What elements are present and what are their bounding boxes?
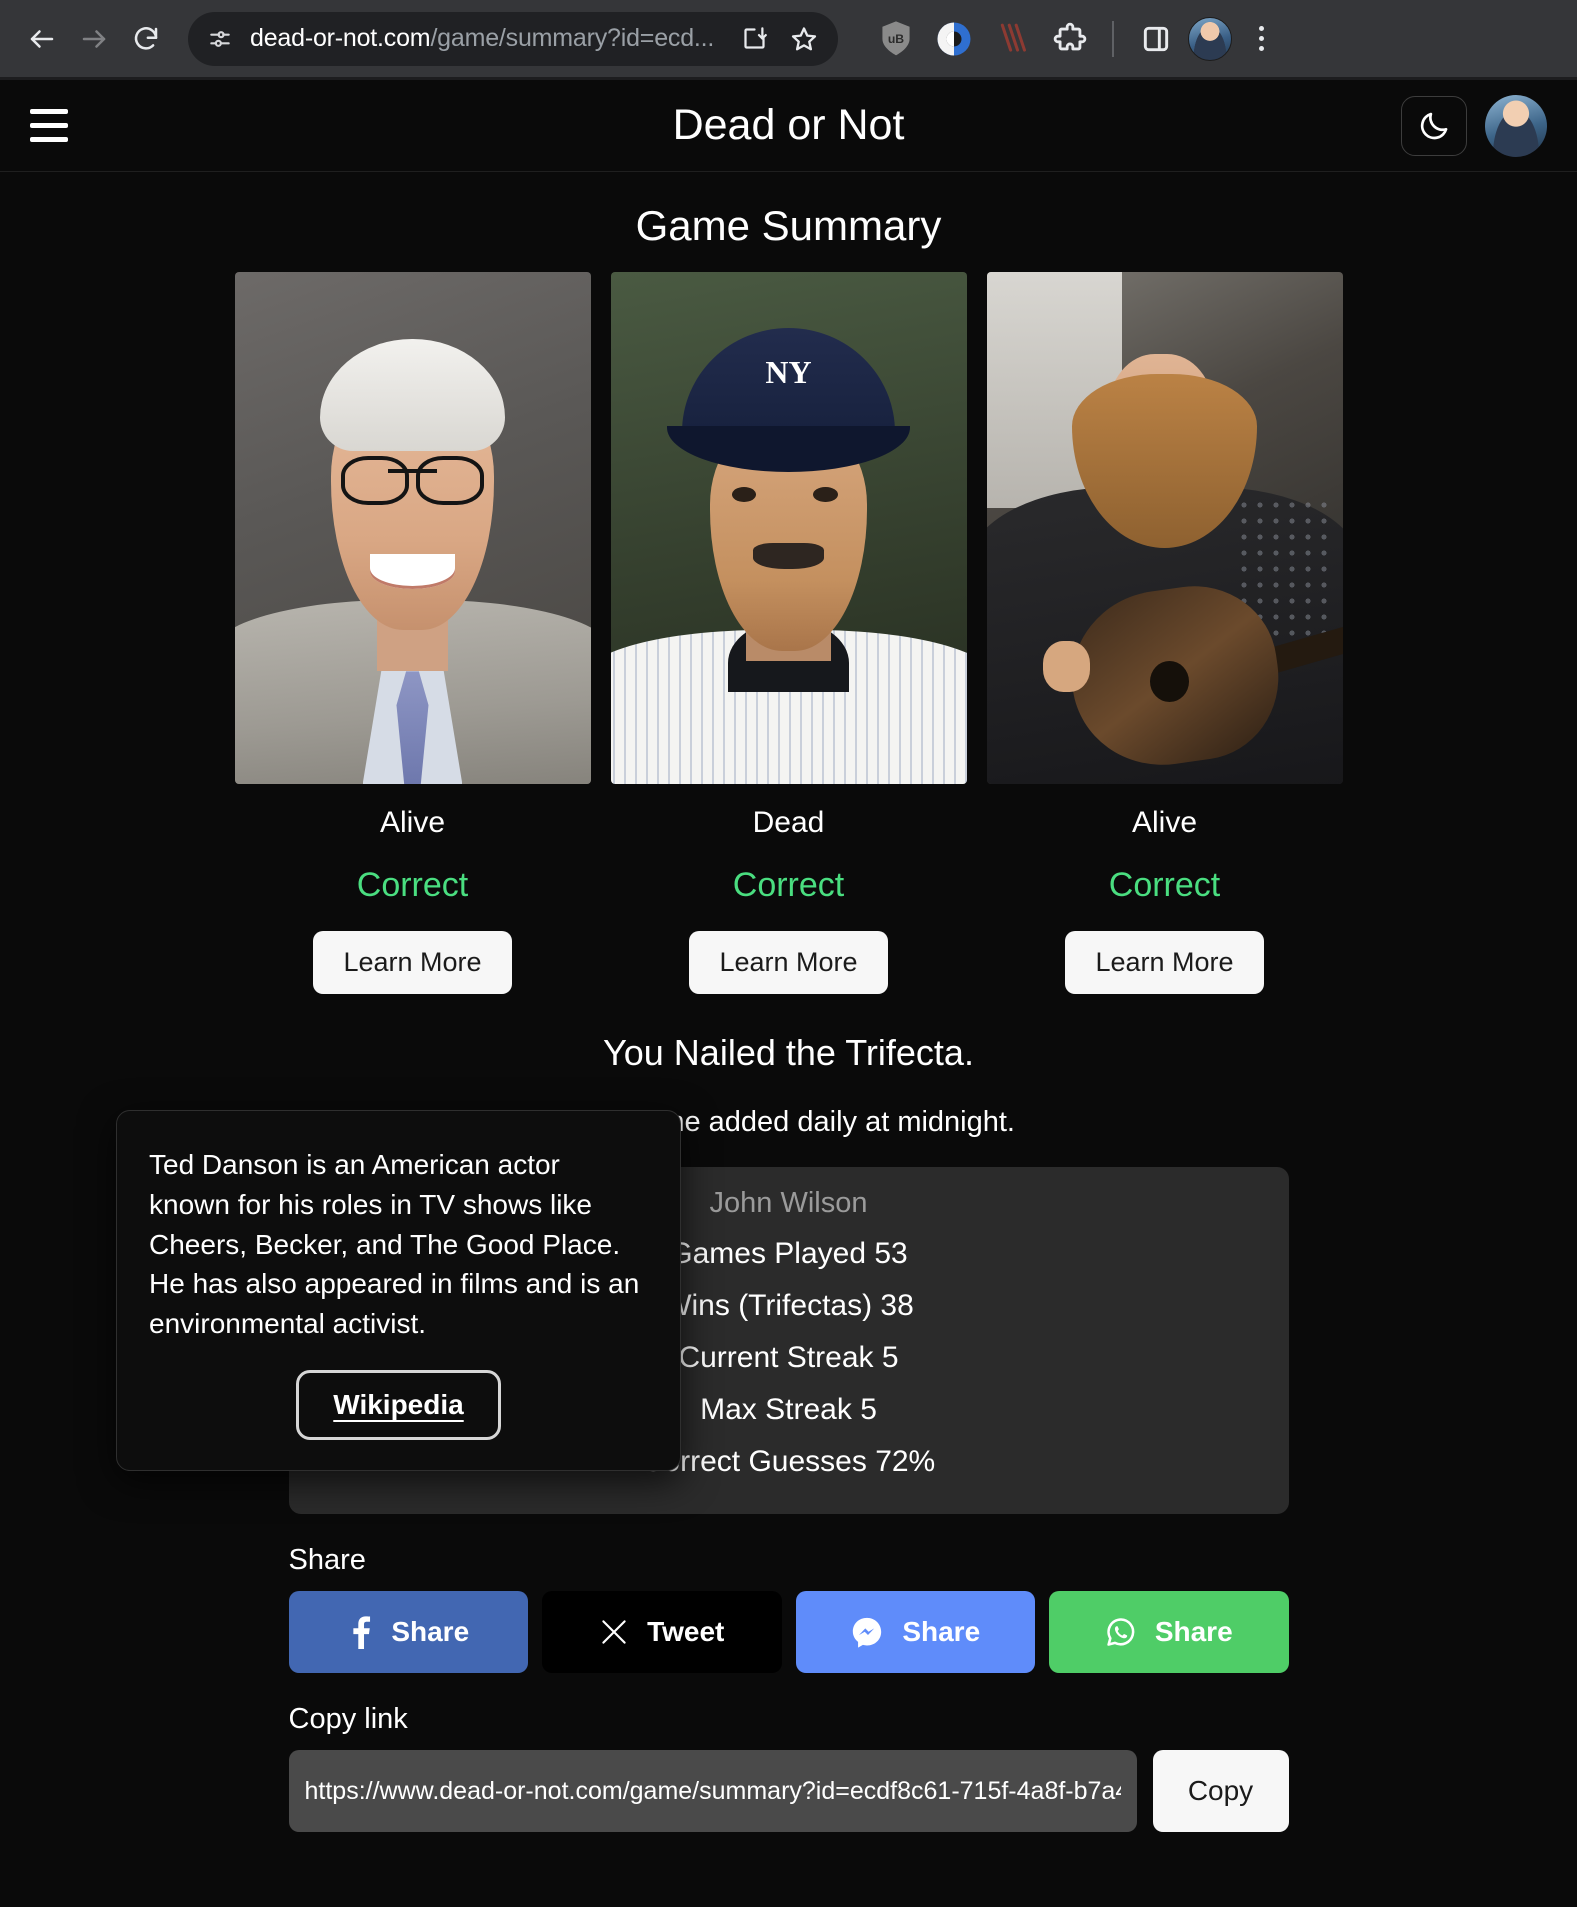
hamburger-menu-icon[interactable] (30, 104, 82, 148)
url-host: dead-or-not.com (250, 24, 431, 52)
stat-label: Current Streak (678, 1341, 874, 1374)
popover-actions: Wikipedia (149, 1369, 648, 1440)
melissa-etheridge-photo (986, 272, 1343, 784)
popover-description: Ted Danson is an American actor known fo… (149, 1149, 640, 1339)
result-cards: Alive Correct Learn More NY Dead Correct… (0, 272, 1577, 994)
card-verdict: Correct (356, 866, 469, 904)
stat-value: 53 (874, 1237, 908, 1270)
card-verdict: Correct (1108, 866, 1221, 904)
share-label: Share (288, 1544, 366, 1576)
card-status: Dead (752, 806, 825, 839)
learn-more-button[interactable]: Learn More (1065, 931, 1264, 994)
share-section: Share Share Tweet Share Share (288, 1544, 1289, 1673)
share-button-label: Share (391, 1616, 470, 1647)
ted-danson-photo (234, 272, 591, 784)
star-bookmark-icon[interactable] (784, 19, 824, 59)
url-path: /game/summary?id=ecd... (430, 24, 715, 52)
card-status: Alive (379, 806, 446, 839)
profile-avatar[interactable] (1188, 16, 1232, 61)
learn-more-button[interactable]: Learn More (689, 931, 888, 994)
share-button-label: Share (1154, 1616, 1233, 1647)
app-title: Dead or Not (672, 101, 905, 149)
share-button-label: Tweet (647, 1616, 725, 1647)
messenger-icon (850, 1615, 884, 1649)
stat-label: Max Streak (700, 1393, 852, 1426)
stat-label: Wins (Trifectas) (663, 1289, 873, 1322)
forward-button[interactable] (70, 15, 118, 63)
learn-more-button[interactable]: Learn More (313, 931, 512, 994)
share-buttons: Share Tweet Share Share (288, 1591, 1289, 1673)
whatsapp-icon (1105, 1616, 1137, 1648)
puzzle-extensions-icon[interactable] (1044, 13, 1096, 65)
copy-link-input[interactable] (288, 1750, 1137, 1832)
result-headline: You Nailed the Trifecta. (603, 1032, 974, 1073)
svg-text:uB: uB (888, 32, 904, 46)
side-panel-icon[interactable] (1130, 13, 1182, 65)
header-actions (1401, 94, 1547, 157)
stat-value: 5 (860, 1393, 877, 1426)
kebab-menu-icon[interactable] (1238, 16, 1284, 62)
result-card: Alive Correct Learn More (986, 272, 1343, 994)
app-viewport: Dead or Not Game Summary Alive Correct L… (0, 80, 1577, 1907)
wikipedia-link-button[interactable]: Wikipedia (296, 1369, 501, 1440)
card-status: Alive (1131, 806, 1198, 839)
card-verdict: Correct (732, 866, 845, 904)
result-card: Alive Correct Learn More (234, 272, 591, 994)
site-settings-icon[interactable] (200, 19, 240, 59)
learn-more-popover: Ted Danson is an American actor known fo… (116, 1110, 681, 1471)
page-title: Game Summary (635, 202, 942, 249)
toolbar-divider (1112, 20, 1114, 57)
stat-value: 72% (875, 1445, 936, 1478)
facebook-share-button[interactable]: Share (288, 1591, 528, 1673)
install-app-icon[interactable] (734, 19, 774, 59)
whatsapp-share-button[interactable]: Share (1049, 1591, 1289, 1673)
messenger-share-button[interactable]: Share (795, 1591, 1035, 1673)
ublock-origin-icon[interactable]: uB (870, 13, 922, 65)
baseball-player-photo: NY (610, 272, 967, 784)
copy-link-row: Copy (288, 1750, 1289, 1832)
copy-link-section: Copy link Copy (288, 1703, 1289, 1832)
x-twitter-icon (599, 1617, 629, 1647)
address-bar[interactable]: dead-or-not.com/game/summary?id=ecd... (188, 11, 838, 66)
page-content: Game Summary Alive Correct Learn More NY (0, 202, 1577, 1852)
moon-dark-mode-icon[interactable] (1401, 95, 1467, 156)
copy-button[interactable]: Copy (1152, 1750, 1289, 1832)
stat-value: 5 (881, 1341, 899, 1374)
twitter-tweet-button[interactable]: Tweet (542, 1591, 782, 1673)
extensions-area: uB (870, 13, 1284, 65)
copy-link-label: Copy link (288, 1703, 408, 1735)
app-header: Dead or Not (0, 80, 1577, 172)
user-avatar[interactable] (1485, 94, 1547, 157)
reload-button[interactable] (122, 15, 170, 63)
browser-toolbar: dead-or-not.com/game/summary?id=ecd... u… (0, 0, 1577, 77)
back-button[interactable] (18, 15, 66, 63)
stat-label: Games Played (669, 1237, 867, 1270)
address-bar-url: dead-or-not.com/game/summary?id=ecd... (250, 24, 724, 53)
facebook-icon (347, 1615, 373, 1649)
privacy-badger-icon[interactable] (928, 13, 980, 65)
result-card: NY Dead Correct Learn More (610, 272, 967, 994)
grammarly-icon[interactable] (986, 13, 1038, 65)
stat-value: 38 (880, 1289, 914, 1322)
share-button-label: Share (902, 1616, 981, 1647)
